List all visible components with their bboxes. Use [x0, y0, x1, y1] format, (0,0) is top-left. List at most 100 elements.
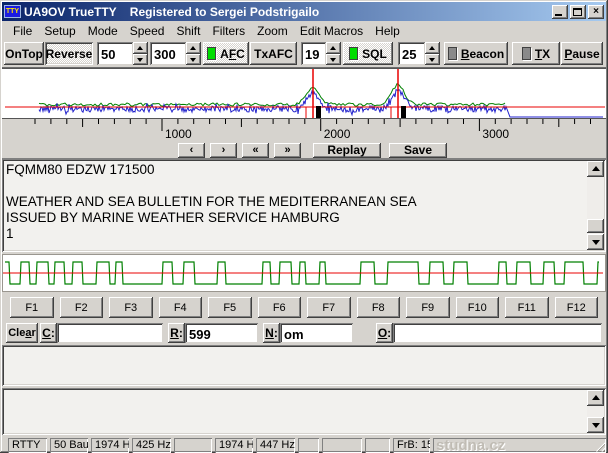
speed-input[interactable] [97, 42, 133, 65]
rst-label[interactable]: R: [168, 323, 185, 343]
reverse-toggle[interactable]: Reverse [45, 42, 93, 65]
transmit-window[interactable] [2, 345, 606, 386]
app-window: TTY UA9OV TrueTTY Registered to Sergei P… [0, 0, 608, 453]
fkey-f7[interactable]: F7 [307, 297, 351, 318]
tx-led-icon [522, 47, 531, 60]
frequency-scale[interactable]: 1000 2000 3000 [2, 119, 606, 142]
menu-edit-macros[interactable]: Edit Macros [294, 22, 369, 40]
secondary-scrollbar[interactable] [587, 390, 604, 433]
shift-input[interactable] [150, 42, 186, 65]
spectrum-display[interactable] [2, 68, 606, 119]
scroll-up-button[interactable] [587, 161, 604, 177]
txafc-button[interactable]: TxAFC [250, 42, 297, 65]
menu-mode[interactable]: Mode [82, 22, 124, 40]
menu-filters[interactable]: Filters [206, 22, 251, 40]
fkey-f12[interactable]: F12 [555, 297, 599, 318]
pause-button[interactable]: Pause [561, 42, 603, 65]
status-bar: RTTY50 Baud1974 Hz425 Hz1974 Hz447 HzFrB… [2, 437, 606, 453]
shift-down-button[interactable] [186, 54, 201, 66]
squelch-spinner [398, 42, 440, 65]
step-back-button[interactable]: ‹ [178, 143, 205, 158]
shift-up-button[interactable] [186, 42, 201, 54]
menu-file[interactable]: File [7, 22, 38, 40]
menu-shift[interactable]: Shift [170, 22, 206, 40]
fkey-f6[interactable]: F6 [258, 297, 302, 318]
squelch-down-button[interactable] [425, 54, 440, 66]
beacon-led-icon [448, 47, 457, 60]
minimize-button[interactable] [552, 5, 568, 19]
status-panel-2: 1974 Hz [91, 438, 129, 453]
up-arrow-icon [429, 46, 435, 50]
fast-forward-button[interactable]: » [274, 143, 301, 158]
menu-setup[interactable]: Setup [38, 22, 81, 40]
ontop-button[interactable]: OnTop [4, 42, 44, 65]
callsign-label[interactable]: C: [40, 323, 57, 343]
other-label[interactable]: O: [376, 323, 393, 343]
minimize-icon [555, 14, 562, 16]
status-panel-8 [322, 438, 362, 453]
fkey-f8[interactable]: F8 [357, 297, 401, 318]
speed-down-button[interactable] [133, 54, 148, 66]
up-arrow-icon [190, 46, 196, 50]
beacon-button[interactable]: Beacon [444, 42, 508, 65]
secondary-window[interactable] [2, 388, 606, 435]
receive-window[interactable]: FQMM80 EDZW 171500 WEATHER AND SEA BULLE… [2, 159, 606, 252]
status-panel-7 [298, 438, 319, 453]
other-input[interactable] [393, 323, 602, 343]
speed-up-button[interactable] [133, 42, 148, 54]
menu-zoom[interactable]: Zoom [251, 22, 294, 40]
rx-scrollbar[interactable] [587, 161, 604, 250]
squelch-input[interactable] [398, 42, 425, 65]
fkey-f3[interactable]: F3 [109, 297, 153, 318]
sql-toggle[interactable]: SQL [343, 42, 393, 65]
fkey-f1[interactable]: F1 [10, 297, 54, 318]
close-button[interactable]: × [588, 5, 604, 19]
squelch-up-button[interactable] [425, 42, 440, 54]
menu-speed[interactable]: Speed [124, 22, 171, 40]
fkey-f4[interactable]: F4 [159, 297, 203, 318]
name-label[interactable]: N: [263, 323, 280, 343]
afc-range-up-button[interactable] [326, 42, 341, 54]
fkey-f5[interactable]: F5 [208, 297, 252, 318]
status-panel-1: 50 Baud [50, 438, 88, 453]
clear-button[interactable]: Clear [6, 323, 38, 343]
scale-label-2000: 2000 [324, 127, 351, 141]
step-forward-button[interactable]: › [210, 143, 237, 158]
shift-spinner [150, 42, 201, 65]
pause-label: Pause [564, 47, 599, 61]
status-panel-4 [174, 438, 212, 453]
scroll-down-button[interactable] [587, 417, 604, 433]
afc-toggle[interactable]: AFC [203, 42, 249, 65]
afc-range-input[interactable] [301, 42, 326, 65]
scroll-thumb[interactable] [587, 219, 604, 233]
tx-label: TX [535, 47, 550, 61]
scroll-up-button[interactable] [587, 390, 604, 406]
fkey-f2[interactable]: F2 [60, 297, 104, 318]
status-panel-3: 425 Hz [132, 438, 171, 453]
afc-range-down-button[interactable] [326, 54, 341, 66]
scale-label-3000: 3000 [482, 127, 509, 141]
rst-input[interactable] [185, 323, 258, 343]
down-arrow-icon [190, 58, 196, 62]
scale-label-1000: 1000 [165, 127, 192, 141]
fkey-f10[interactable]: F10 [456, 297, 500, 318]
toolbar: OnTop Reverse AFC TxAFC [2, 41, 606, 68]
resize-grip[interactable] [593, 440, 605, 452]
tx-button[interactable]: TX [512, 42, 560, 65]
fkey-f9[interactable]: F9 [406, 297, 450, 318]
status-panel-0: RTTY [8, 438, 47, 453]
name-input[interactable] [280, 323, 353, 343]
maximize-button[interactable] [570, 5, 586, 19]
fast-back-button[interactable]: « [242, 143, 269, 158]
save-button[interactable]: Save [389, 143, 447, 158]
title-bar[interactable]: TTY UA9OV TrueTTY Registered to Sergei P… [2, 2, 606, 21]
fkey-f11[interactable]: F11 [505, 297, 549, 318]
scroll-down-button[interactable] [587, 234, 604, 250]
up-arrow-icon [592, 166, 600, 171]
down-arrow-icon [330, 58, 336, 62]
callsign-input[interactable] [57, 323, 163, 343]
status-panel-9 [365, 438, 390, 453]
macro-fields: Clear C: R: N: O: [2, 322, 606, 344]
replay-button[interactable]: Replay [313, 143, 381, 158]
menu-help[interactable]: Help [369, 22, 406, 40]
